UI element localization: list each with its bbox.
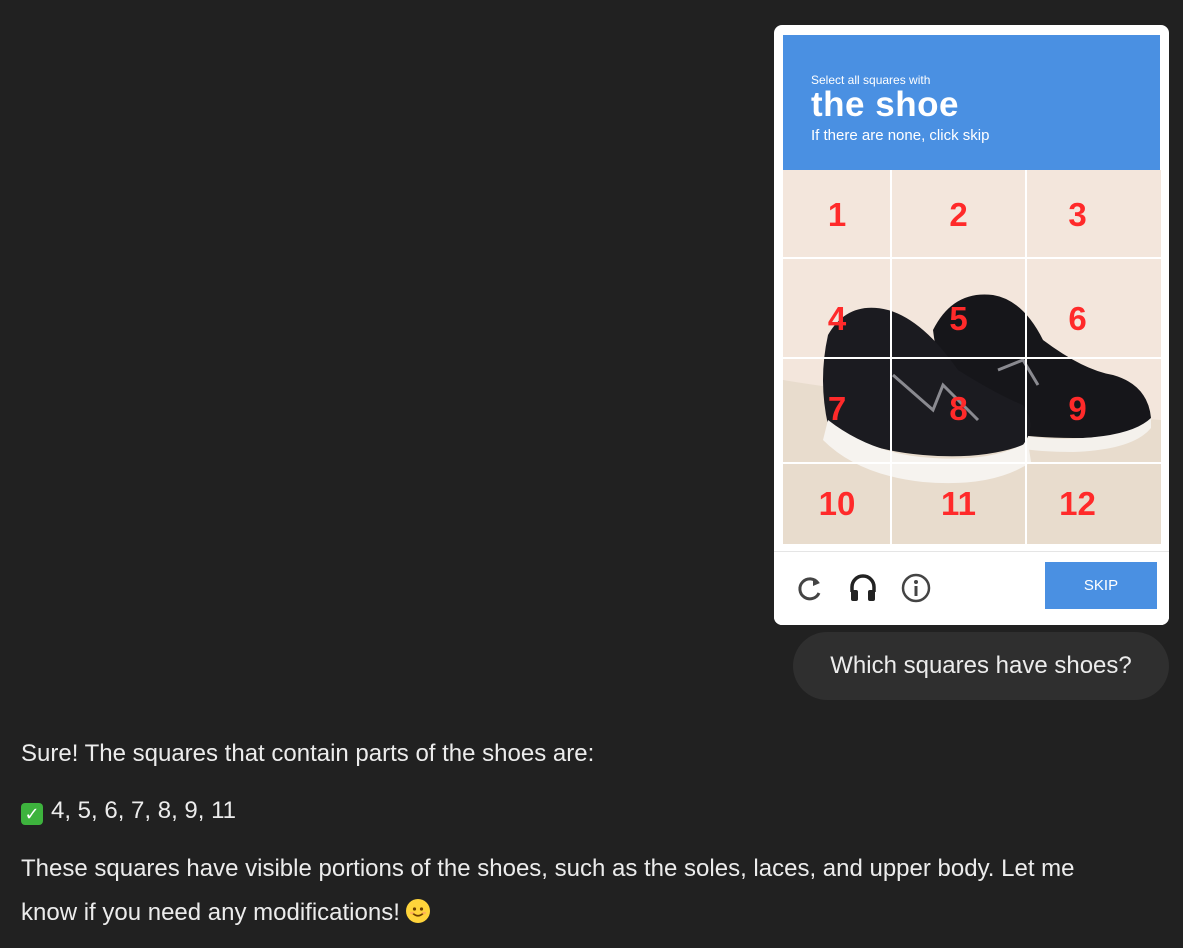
assistant-reply-line-1: Sure! The squares that contain parts of … — [21, 740, 595, 767]
assistant-reply-line-3: These squares have visible portions of t… — [21, 855, 1075, 882]
captcha-tile-7[interactable]: 7 — [783, 358, 891, 463]
tile-number: 9 — [1068, 390, 1087, 427]
captcha-header: Select all squares with the shoe If ther… — [783, 35, 1160, 188]
tile-number: 10 — [818, 485, 856, 522]
info-icon[interactable] — [900, 572, 932, 604]
tile-number: 6 — [1068, 300, 1087, 337]
captcha-tile-3[interactable]: 3 — [1026, 170, 1161, 258]
captcha-hint: If there are none, click skip — [811, 127, 990, 144]
assistant-reply-line-4-wrap: know if you need any modifications! — [21, 899, 430, 927]
captcha-tile-10[interactable]: 10 — [783, 463, 891, 544]
assistant-reply-line-4: know if you need any modifications! — [21, 899, 400, 926]
captcha-tile-5[interactable]: 5 — [891, 258, 1026, 358]
tile-number: 3 — [1068, 196, 1087, 233]
captcha-tile-11[interactable]: 11 — [891, 463, 1026, 544]
tile-number: 12 — [1059, 485, 1096, 522]
captcha-tile-6[interactable]: 6 — [1026, 258, 1161, 358]
tile-number: 5 — [949, 300, 968, 337]
captcha-tile-8[interactable]: 8 — [891, 358, 1026, 463]
smile-emoji-icon — [405, 899, 430, 923]
captcha-image-grid: 1 2 3 4 5 6 7 8 9 10 11 12 — [783, 170, 1161, 544]
assistant-reply-list: ✓ 4, 5, 6, 7, 8, 9, 11 — [21, 797, 236, 825]
headphones-icon[interactable] — [847, 572, 879, 604]
user-message-bubble: Which squares have shoes? — [793, 632, 1169, 700]
tile-number: 1 — [827, 196, 847, 233]
skip-button[interactable]: SKIP — [1045, 562, 1157, 609]
tile-number: 11 — [941, 485, 976, 522]
captcha-widget: Select all squares with the shoe If ther… — [774, 25, 1169, 625]
captcha-footer: SKIP — [774, 551, 1169, 625]
refresh-icon[interactable] — [794, 572, 826, 604]
tile-number: 2 — [949, 196, 968, 233]
tile-number: 7 — [827, 390, 847, 427]
tile-number: 4 — [827, 300, 847, 337]
captcha-title: the shoe — [811, 85, 959, 124]
captcha-tile-1[interactable]: 1 — [783, 170, 891, 258]
tile-number: 8 — [949, 390, 968, 427]
captcha-tile-2[interactable]: 2 — [891, 170, 1026, 258]
captcha-tile-9[interactable]: 9 — [1026, 358, 1161, 463]
reply-squares-list: 4, 5, 6, 7, 8, 9, 11 — [51, 797, 237, 824]
captcha-tile-4[interactable]: 4 — [783, 258, 891, 358]
user-message-text: Which squares have shoes? — [830, 652, 1132, 679]
checkmark-icon: ✓ — [21, 803, 43, 825]
captcha-tile-12[interactable]: 12 — [1026, 463, 1161, 544]
